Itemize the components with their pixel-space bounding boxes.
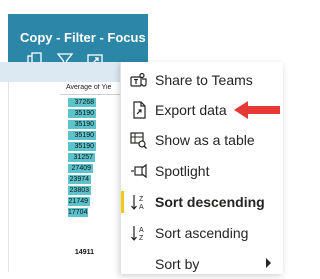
table-cell: 35190 bbox=[68, 120, 96, 129]
table-cell: 37268 bbox=[68, 98, 96, 107]
svg-text:A: A bbox=[139, 227, 144, 234]
context-menu: Share to Teams Export data Show as a tab… bbox=[120, 62, 283, 274]
table-cell: 35190 bbox=[68, 131, 96, 140]
table-cell: 27409 bbox=[68, 164, 93, 173]
table-header-band bbox=[0, 62, 120, 82]
table-cell: 31257 bbox=[68, 153, 95, 162]
visual-header: Copy - Filter - Focus bbox=[8, 14, 148, 69]
menu-item-label: Share to Teams bbox=[155, 72, 253, 88]
selected-indicator bbox=[121, 191, 124, 213]
svg-text:Z: Z bbox=[139, 235, 144, 242]
menu-item-sort-descending[interactable]: ZA Sort descending bbox=[121, 187, 283, 217]
export-data-icon bbox=[130, 101, 148, 119]
menu-item-label: Sort descending bbox=[155, 194, 265, 210]
spotlight-icon bbox=[130, 162, 148, 180]
teams-icon bbox=[130, 71, 148, 89]
menu-item-spotlight[interactable]: Spotlight bbox=[121, 156, 283, 186]
callout-arrow-icon bbox=[232, 99, 282, 121]
submenu-arrow-icon bbox=[266, 258, 271, 268]
menu-item-label: Show as a table bbox=[155, 132, 255, 148]
menu-item-sort-by[interactable]: Sort by bbox=[121, 249, 283, 279]
menu-item-share-to-teams[interactable]: Share to Teams bbox=[121, 65, 283, 95]
sort-ascending-icon: AZ bbox=[130, 224, 148, 242]
header-divider bbox=[60, 94, 120, 95]
show-as-table-icon bbox=[130, 131, 148, 149]
table-cell: 17704 bbox=[68, 208, 88, 217]
menu-item-label: Export data bbox=[155, 102, 227, 118]
table-cell: 23974 bbox=[68, 175, 91, 184]
row-divider bbox=[8, 82, 9, 272]
table-cell: 23803 bbox=[68, 186, 91, 195]
table-cell: 35190 bbox=[68, 109, 96, 118]
column-header[interactable]: Average of Yie bbox=[66, 84, 120, 91]
menu-item-label: Sort ascending bbox=[155, 225, 249, 241]
menu-item-show-as-table[interactable]: Show as a table bbox=[121, 125, 283, 155]
menu-item-label: Spotlight bbox=[155, 163, 210, 179]
sort-descending-icon: ZA bbox=[130, 193, 148, 211]
table-total: 14911 bbox=[74, 249, 94, 256]
table-visual: Average of Yie 37268 35190 35190 35190 3… bbox=[0, 62, 120, 274]
menu-item-sort-ascending[interactable]: AZ Sort ascending bbox=[121, 218, 283, 248]
table-cell: 21749 bbox=[68, 197, 90, 206]
svg-text:A: A bbox=[139, 204, 144, 211]
table-cell: 35190 bbox=[68, 142, 96, 151]
visual-header-title: Copy - Filter - Focus bbox=[20, 30, 146, 45]
menu-item-label: Sort by bbox=[155, 256, 200, 272]
svg-text:Z: Z bbox=[139, 196, 144, 203]
